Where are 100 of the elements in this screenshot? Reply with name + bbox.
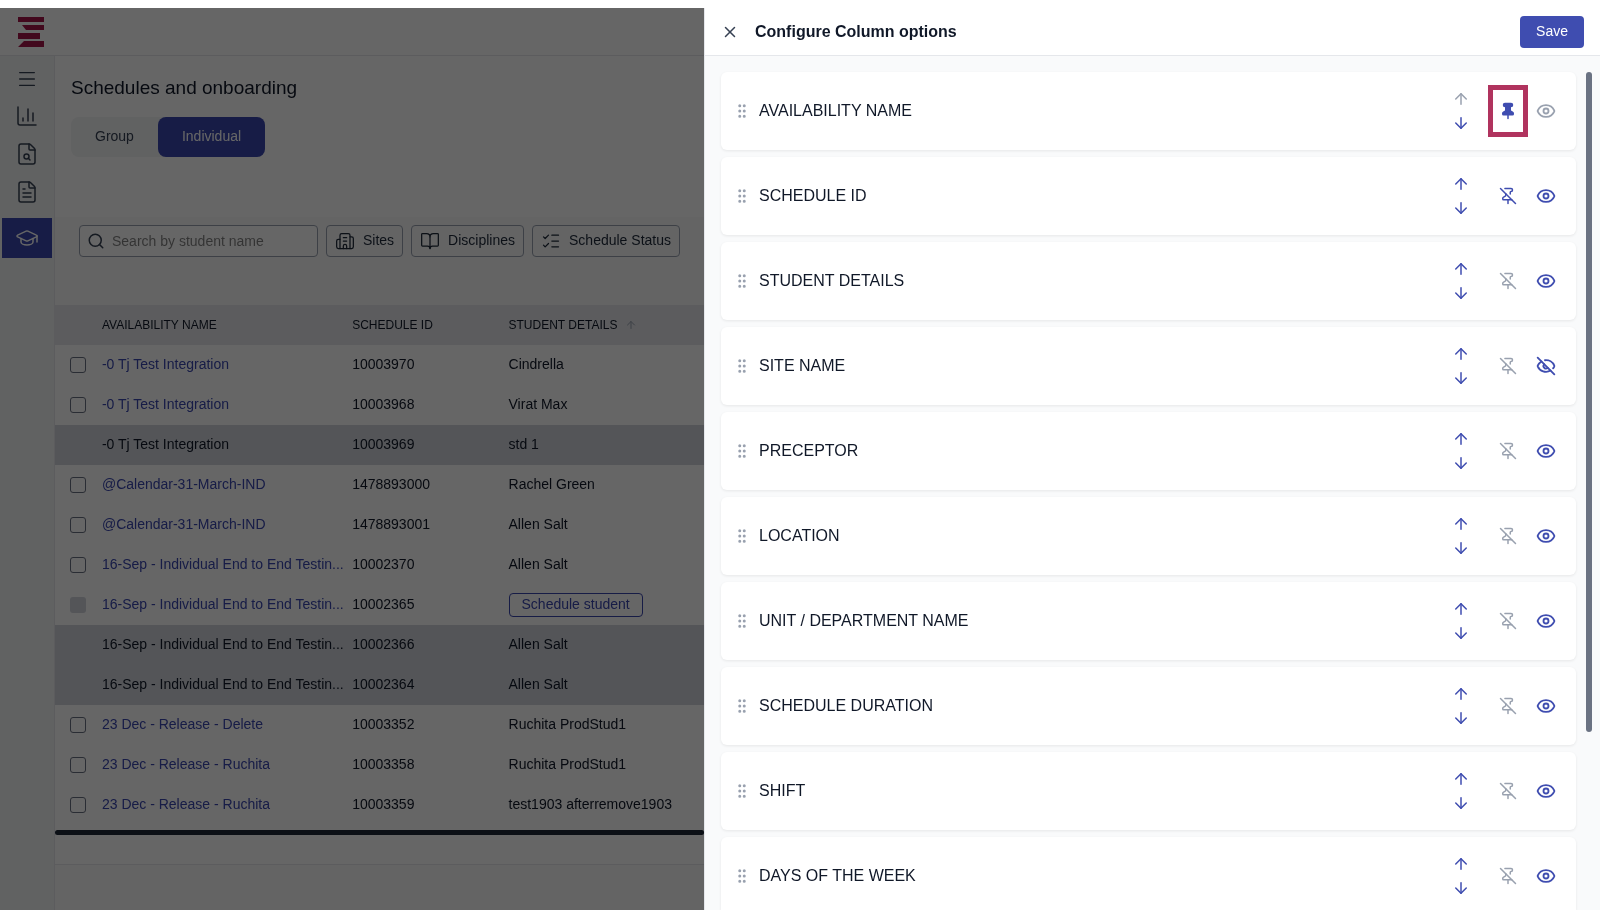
table-cell: Rachel Green: [508, 476, 595, 492]
move-up-icon[interactable]: [1452, 430, 1470, 448]
document-icon[interactable]: [15, 180, 39, 204]
availability-link[interactable]: 23 Dec - Release - Ruchita: [101, 756, 270, 772]
availability-link[interactable]: @Calendar-31-March-IND: [101, 476, 266, 492]
table-cell: 10002366: [352, 636, 415, 652]
move-up-icon[interactable]: [1452, 770, 1470, 788]
eye-icon[interactable]: [1536, 526, 1556, 546]
filter-button[interactable]: Schedule Status: [532, 224, 680, 257]
row-checkbox[interactable]: [70, 756, 87, 773]
row-checkbox[interactable]: [70, 356, 87, 373]
move-down-icon[interactable]: [1452, 199, 1470, 217]
eye-icon[interactable]: [1536, 271, 1556, 291]
column-label: STUDENT DETAILS: [759, 271, 906, 291]
book-icon: [420, 230, 441, 251]
move-up-icon[interactable]: [1452, 685, 1470, 703]
horizontal-scrollbar[interactable]: [55, 829, 704, 835]
drawer-title: Configure Column options: [755, 21, 958, 42]
bar-chart-icon[interactable]: [15, 104, 39, 128]
logo-icon: [16, 16, 44, 47]
availability-link[interactable]: 16-Sep - Individual End to End Testin...: [101, 596, 344, 612]
eye-icon[interactable]: [1536, 611, 1556, 631]
row-checkbox[interactable]: [70, 476, 87, 493]
table-cell: Allen Salt: [508, 556, 568, 572]
eye-icon[interactable]: [1536, 781, 1556, 801]
move-down-icon[interactable]: [1452, 879, 1470, 897]
availability-link[interactable]: 23 Dec - Release - Delete: [101, 716, 263, 732]
filter-button[interactable]: Disciplines: [411, 224, 525, 257]
vertical-scrollbar[interactable]: [1586, 72, 1592, 732]
table-cell: 10002370: [352, 556, 415, 572]
column-label: LOCATION: [759, 526, 841, 546]
move-up-icon[interactable]: [1452, 515, 1470, 533]
eye-icon[interactable]: [1536, 186, 1556, 206]
sites-icon: [335, 230, 355, 251]
availability-link[interactable]: @Calendar-31-March-IND: [101, 516, 266, 532]
row-checkbox[interactable]: [70, 396, 87, 413]
column-label: SHIFT: [759, 781, 807, 801]
move-down-icon[interactable]: [1452, 624, 1470, 642]
column-header[interactable]: SCHEDULE ID: [352, 315, 433, 334]
move-down-icon[interactable]: [1452, 284, 1470, 302]
column-label: SCHEDULE ID: [759, 186, 868, 206]
availability-link[interactable]: 23 Dec - Release - Ruchita: [101, 796, 270, 812]
eye-icon[interactable]: [1536, 696, 1556, 716]
table-cell: 1478893000: [352, 476, 430, 492]
table-cell: 10003352: [352, 716, 415, 732]
save-button[interactable]: Save: [1520, 15, 1584, 48]
tab[interactable]: Individual: [157, 116, 266, 157]
eye-icon[interactable]: [1536, 441, 1556, 461]
column-label: SITE NAME: [759, 356, 847, 376]
row-checkbox[interactable]: [70, 516, 87, 533]
move-down-icon[interactable]: [1452, 454, 1470, 472]
move-down-icon[interactable]: [1452, 539, 1470, 557]
move-down-icon[interactable]: [1452, 794, 1470, 812]
move-up-icon[interactable]: [1452, 175, 1470, 193]
availability-link[interactable]: 16-Sep - Individual End to End Testin...: [101, 556, 344, 572]
eye-off-icon[interactable]: [1536, 356, 1556, 376]
table-cell: 10002364: [352, 676, 415, 692]
move-down-icon[interactable]: [1452, 369, 1470, 387]
table-cell: -0 Tj Test Integration: [101, 436, 230, 452]
table-cell: Allen Salt: [508, 516, 568, 532]
table-cell: 10003358: [352, 756, 415, 772]
column-label: AVAILABILITY NAME: [759, 101, 913, 121]
table-cell: 16-Sep - Individual End to End Testin...: [101, 676, 344, 692]
availability-link[interactable]: -0 Tj Test Integration: [101, 356, 230, 372]
table-cell: Allen Salt: [508, 636, 568, 652]
move-up-icon[interactable]: [1452, 345, 1470, 363]
table-cell: 10003969: [352, 436, 415, 452]
column-header[interactable]: STUDENT DETAILS: [508, 315, 638, 334]
file-search-icon[interactable]: [15, 142, 39, 166]
eye-icon[interactable]: [1536, 866, 1556, 886]
table-cell: test1903 afterremove1903: [508, 796, 672, 812]
table-cell: Allen Salt: [508, 676, 568, 692]
table-cell: std 1: [508, 436, 539, 452]
table-cell: Cindrella: [508, 356, 564, 372]
graduation-cap-icon[interactable]: [2, 218, 52, 258]
row-checkbox[interactable]: [70, 556, 87, 573]
move-down-icon[interactable]: [1452, 114, 1470, 132]
table-cell: 10003359: [352, 796, 415, 812]
availability-link[interactable]: -0 Tj Test Integration: [101, 396, 230, 412]
move-up-icon[interactable]: [1452, 855, 1470, 873]
tab[interactable]: Group: [71, 116, 158, 157]
unpin-icon[interactable]: [1499, 187, 1517, 205]
column-label: DAYS OF THE WEEK: [759, 866, 917, 886]
table-cell: 10003968: [352, 396, 415, 412]
search-icon: [87, 231, 105, 250]
row-checkbox[interactable]: [70, 716, 87, 733]
column-label: UNIT / DEPARTMENT NAME: [759, 611, 970, 631]
schedule-student-button[interactable]: Schedule student: [508, 592, 643, 617]
page-title: Schedules and onboarding: [71, 76, 299, 100]
column-label: PRECEPTOR: [759, 441, 860, 461]
column-header[interactable]: AVAILABILITY NAME: [101, 315, 217, 334]
table-cell: 10002365: [352, 596, 415, 612]
move-up-icon[interactable]: [1452, 600, 1470, 618]
table-cell: 10003970: [352, 356, 415, 372]
move-up-icon[interactable]: [1452, 260, 1470, 278]
move-down-icon[interactable]: [1452, 709, 1470, 727]
pin-icon[interactable]: [1499, 102, 1517, 120]
row-checkbox[interactable]: [70, 796, 87, 813]
table-cell: Virat Max: [508, 396, 568, 412]
filter-button[interactable]: Sites: [326, 224, 404, 257]
